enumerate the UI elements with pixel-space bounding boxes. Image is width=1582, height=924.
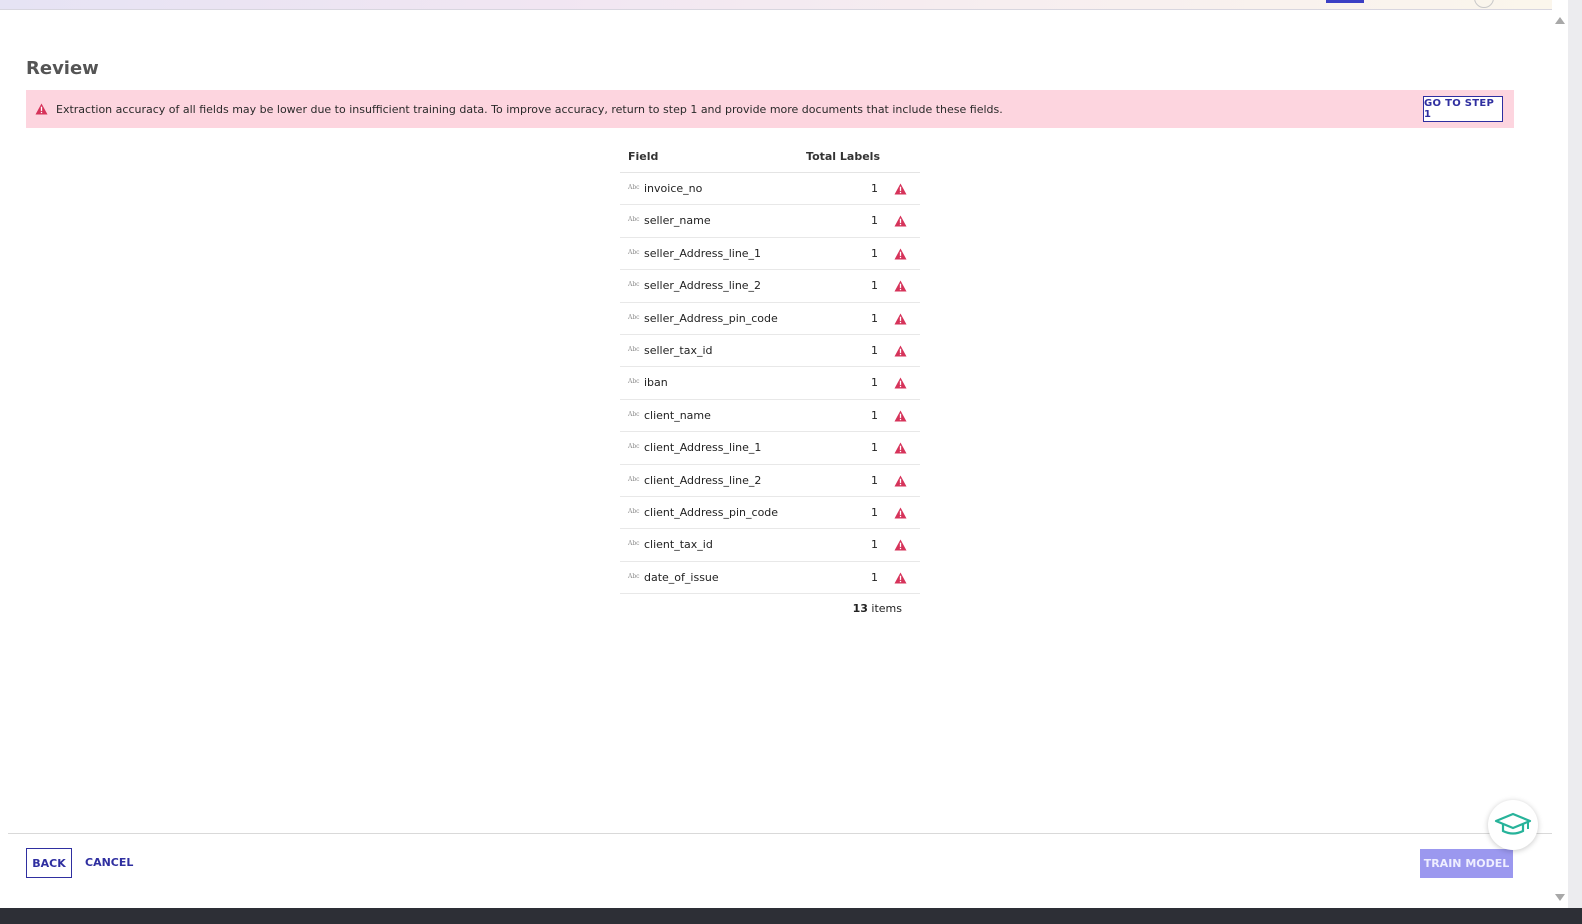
text-type-icon: Abc <box>628 378 640 386</box>
text-type-icon: Abc <box>628 507 640 515</box>
table-footer: 13 items <box>620 594 920 624</box>
page-title: Review <box>26 58 99 79</box>
field-name: date_of_issue <box>644 570 719 584</box>
window-edge <box>1568 0 1582 924</box>
text-type-icon: Abc <box>628 345 640 353</box>
top-header-band <box>0 0 1552 10</box>
graduation-cap-icon <box>1494 812 1532 835</box>
field-name: seller_Address_pin_code <box>644 311 778 325</box>
field-name: invoice_no <box>644 182 703 195</box>
scroll-up-arrow-icon[interactable] <box>1555 17 1565 24</box>
warning-triangle-icon <box>894 539 907 551</box>
table-row[interactable]: Abc seller_tax_id 1 <box>620 335 920 368</box>
total-labels-value: 1 <box>871 538 878 552</box>
help-button[interactable] <box>1488 800 1538 850</box>
warning-triangle-icon <box>894 183 907 195</box>
field-name: client_Address_line_1 <box>644 441 762 455</box>
field-name: client_Address_line_2 <box>644 473 762 487</box>
warning-triangle-icon <box>894 410 907 422</box>
table-row[interactable]: Abc client_name 1 <box>620 400 920 433</box>
text-type-icon: Abc <box>628 184 640 191</box>
table-row[interactable]: Abc client_Address_line_1 1 <box>620 432 920 465</box>
warning-triangle-icon <box>35 103 48 115</box>
warning-message: Extraction accuracy of all fields may be… <box>56 102 1003 116</box>
field-name: iban <box>644 376 668 390</box>
table-row[interactable]: Abc seller_Address_pin_code 1 <box>620 303 920 335</box>
table-row[interactable]: Abc seller_Address_line_2 1 <box>620 270 920 303</box>
field-name: seller_tax_id <box>644 343 713 357</box>
warning-banner: Extraction accuracy of all fields may be… <box>26 90 1514 128</box>
total-labels-value: 1 <box>871 279 878 293</box>
item-count-number: 13 <box>852 602 868 616</box>
column-header-field[interactable]: Field <box>628 150 658 163</box>
text-type-icon: Abc <box>628 475 640 483</box>
text-type-icon: Abc <box>628 443 640 451</box>
table-row[interactable]: Abc seller_Address_line_1 1 <box>620 238 920 271</box>
field-name: client_Address_pin_code <box>644 505 779 519</box>
field-name: seller_Address_line_1 <box>644 246 762 260</box>
field-name: client_name <box>644 408 711 422</box>
total-labels-value: 1 <box>871 473 878 487</box>
text-type-icon: Abc <box>628 540 640 548</box>
warning-triangle-icon <box>894 280 907 292</box>
vertical-scrollbar[interactable] <box>1552 10 1568 908</box>
back-button[interactable]: BACK <box>26 848 72 878</box>
table-row[interactable]: Abc invoice_no 1 <box>620 173 920 206</box>
taskbar-edge <box>0 908 1582 924</box>
table-row[interactable]: Abc client_Address_pin_code 1 <box>620 497 920 530</box>
total-labels-value: 1 <box>871 182 878 195</box>
warning-triangle-icon <box>894 215 907 227</box>
warning-triangle-icon <box>894 507 907 519</box>
field-name: seller_name <box>644 214 711 228</box>
fields-table: Field Total Labels Abc invoice_no 1 Abc sell… <box>620 140 920 624</box>
total-labels-value: 1 <box>871 505 878 519</box>
total-labels-value: 1 <box>871 311 878 325</box>
footer-divider <box>8 833 1552 834</box>
text-type-icon: Abc <box>628 281 640 289</box>
warning-triangle-icon <box>894 377 907 389</box>
total-labels-value: 1 <box>871 441 878 455</box>
item-count: 13 items <box>853 602 902 615</box>
text-type-icon: Abc <box>628 216 640 224</box>
total-labels-value: 1 <box>871 570 878 584</box>
text-type-icon: Abc <box>628 410 640 418</box>
cancel-button[interactable]: CANCEL <box>85 856 133 869</box>
field-name: client_tax_id <box>644 538 713 552</box>
text-type-icon: Abc <box>628 572 640 580</box>
total-labels-value: 1 <box>871 343 878 357</box>
warning-triangle-icon <box>894 345 907 357</box>
table-header: Field Total Labels <box>620 140 920 173</box>
text-type-icon: Abc <box>628 248 640 256</box>
total-labels-value: 1 <box>871 408 878 422</box>
train-model-button[interactable]: TRAIN MODEL <box>1420 849 1513 878</box>
scroll-down-arrow-icon[interactable] <box>1555 894 1565 901</box>
total-labels-value: 1 <box>871 246 878 260</box>
active-tab-indicator <box>1326 0 1364 3</box>
total-labels-value: 1 <box>871 376 878 390</box>
go-to-step-1-button[interactable]: GO TO STEP 1 <box>1423 96 1503 122</box>
table-row[interactable]: Abc client_Address_line_2 1 <box>620 465 920 497</box>
avatar[interactable] <box>1474 0 1494 8</box>
table-row[interactable]: Abc iban 1 <box>620 367 920 400</box>
warning-triangle-icon <box>894 442 907 454</box>
item-count-suffix: items <box>867 602 902 616</box>
warning-triangle-icon <box>894 248 907 260</box>
table-body: Abc invoice_no 1 Abc seller_name 1 Abc seller_A… <box>620 173 920 595</box>
text-type-icon: Abc <box>628 313 640 321</box>
warning-triangle-icon <box>894 313 907 325</box>
column-header-total-labels[interactable]: Total Labels <box>806 150 880 163</box>
table-row[interactable]: Abc date_of_issue 1 <box>620 562 920 595</box>
table-row[interactable]: Abc client_tax_id 1 <box>620 529 920 562</box>
table-row[interactable]: Abc seller_name 1 <box>620 205 920 238</box>
warning-triangle-icon <box>894 474 907 487</box>
warning-triangle-icon <box>894 572 907 584</box>
field-name: seller_Address_line_2 <box>644 279 762 293</box>
total-labels-value: 1 <box>871 214 878 228</box>
